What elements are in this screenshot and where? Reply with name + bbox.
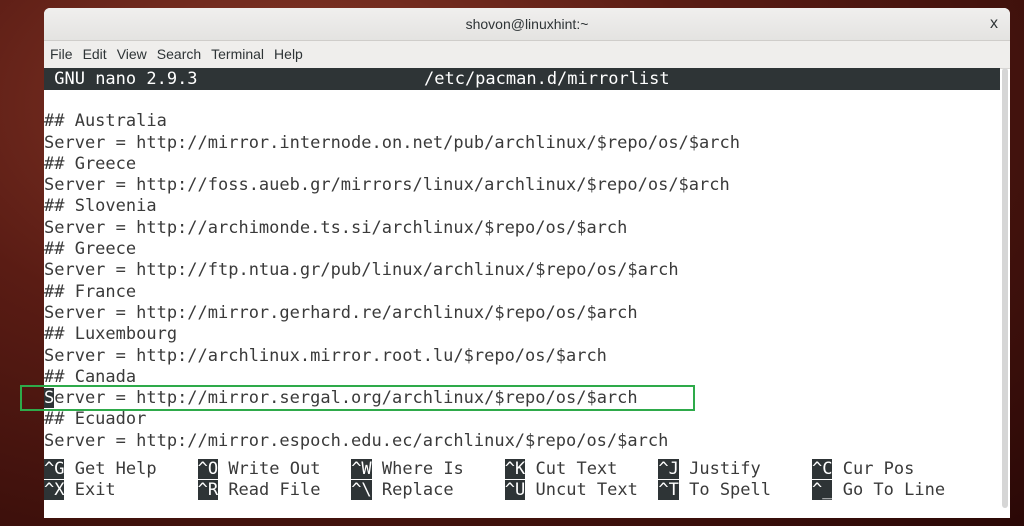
- nano-editor[interactable]: GNU nano 2.9.3/etc/pacman.d/mirrorlist #…: [44, 68, 1000, 518]
- window-title: shovon@linuxhint:~: [465, 16, 589, 32]
- menu-file[interactable]: File: [50, 46, 73, 62]
- shortcut-key: ^U: [504, 480, 526, 501]
- shortcut-key: ^\: [351, 480, 372, 501]
- shortcut-label: Read File: [218, 480, 321, 501]
- terminal-window: shovon@linuxhint:~ x File Edit View Search T…: [44, 8, 1010, 518]
- text-line: ## Luxembourg: [44, 324, 178, 345]
- nano-header: GNU nano 2.9.3/etc/pacman.d/mirrorlist: [44, 68, 1000, 90]
- shortcut-read-file[interactable]: ^R Read File: [197, 480, 352, 501]
- shortcut-label: Uncut Text: [525, 480, 638, 501]
- scrollbar[interactable]: [1002, 68, 1008, 508]
- shortcut-key: ^O: [197, 459, 219, 479]
- shortcut-justify[interactable]: ^J Justify: [658, 459, 812, 480]
- shortcut-row: ^X Exit ^R Read File ^\ Replace ^U Uncut Te…: [44, 480, 1010, 501]
- menu-help[interactable]: Help: [274, 46, 303, 62]
- shortcut-label: Where Is: [371, 459, 464, 479]
- text-line: ## Australia: [44, 111, 167, 132]
- shortcut-uncut-text[interactable]: ^U Uncut Text: [504, 480, 659, 501]
- text-line: Server = http://mirror.gerhard.re/archli…: [44, 302, 638, 323]
- text-line: ## France: [44, 281, 137, 302]
- shortcut-row: ^G Get Help ^O Write Out ^W Where Is ^K Cut…: [44, 459, 1010, 480]
- shortcut-cut-text[interactable]: ^K Cut Text: [504, 459, 659, 480]
- text-line: Server = http://foss.aueb.gr/mirrors/lin…: [44, 175, 730, 196]
- shortcut-key: ^R: [197, 480, 219, 501]
- close-icon[interactable]: x: [990, 8, 998, 40]
- menu-terminal[interactable]: Terminal: [211, 46, 264, 62]
- menu-search[interactable]: Search: [157, 46, 201, 62]
- shortcut-label: Justify: [678, 459, 761, 479]
- shortcut-label: Cur Pos: [832, 459, 915, 479]
- shortcut-get-help[interactable]: ^G Get Help: [44, 459, 198, 480]
- shortcut-key: ^G: [44, 459, 65, 479]
- highlight-box: [20, 385, 695, 411]
- shortcut-key: ^K: [504, 459, 526, 479]
- shortcut-go-to-line[interactable]: ^_ Go To Line: [812, 480, 966, 501]
- shortcut-key: ^W: [351, 459, 372, 479]
- title-bar: shovon@linuxhint:~ x: [44, 8, 1010, 41]
- shortcut-key: ^C: [812, 459, 833, 479]
- menu-edit[interactable]: Edit: [83, 46, 107, 62]
- shortcut-key: ^T: [658, 480, 679, 501]
- text-line: [44, 90, 1000, 111]
- shortcut-label: Get Help: [64, 459, 157, 479]
- shortcut-label: Replace: [371, 480, 454, 501]
- text-line: ## Ecuador: [44, 409, 147, 430]
- nano-version: GNU nano 2.9.3: [54, 69, 198, 89]
- shortcut-label: Write Out: [218, 459, 321, 479]
- shortcut-key: ^X: [44, 480, 65, 501]
- text-line: Server = http://archimonde.ts.si/archlin…: [44, 217, 628, 238]
- shortcut-label: To Spell: [678, 480, 771, 501]
- text-line: Server = http://archlinux.mirror.root.lu…: [44, 345, 607, 366]
- shortcut-key: ^J: [658, 459, 679, 479]
- text-line: Server = http://mirror.espoch.edu.ec/arc…: [44, 430, 669, 451]
- text-line: Server = http://mirror.internode.on.net/…: [44, 132, 740, 153]
- shortcut-label: Exit: [64, 480, 116, 501]
- shortcut-where-is[interactable]: ^W Where Is: [351, 459, 505, 480]
- shortcut-label: Go To Line: [832, 480, 946, 501]
- shortcut-key: ^_: [812, 480, 833, 501]
- shortcut-to-spell[interactable]: ^T To Spell: [658, 480, 812, 501]
- menu-bar: File Edit View Search Terminal Help: [44, 41, 1010, 69]
- text-line: ## Greece: [44, 153, 137, 174]
- shortcut-write-out[interactable]: ^O Write Out: [197, 459, 352, 480]
- text-line: ## Greece: [44, 239, 137, 260]
- text-line: ## Slovenia: [44, 196, 157, 217]
- text-line: Server = http://ftp.ntua.gr/pub/linux/ar…: [44, 260, 679, 281]
- shortcut-bar: ^G Get Help ^O Write Out ^W Where Is ^K Cut…: [44, 459, 1010, 502]
- shortcut-label: Cut Text: [525, 459, 618, 479]
- menu-view[interactable]: View: [117, 46, 147, 62]
- shortcut-replace[interactable]: ^\ Replace: [351, 480, 505, 501]
- nano-filename: /etc/pacman.d/mirrorlist: [424, 69, 670, 89]
- shortcut-cur-pos[interactable]: ^C Cur Pos: [812, 459, 966, 480]
- shortcut-exit[interactable]: ^X Exit: [44, 480, 198, 501]
